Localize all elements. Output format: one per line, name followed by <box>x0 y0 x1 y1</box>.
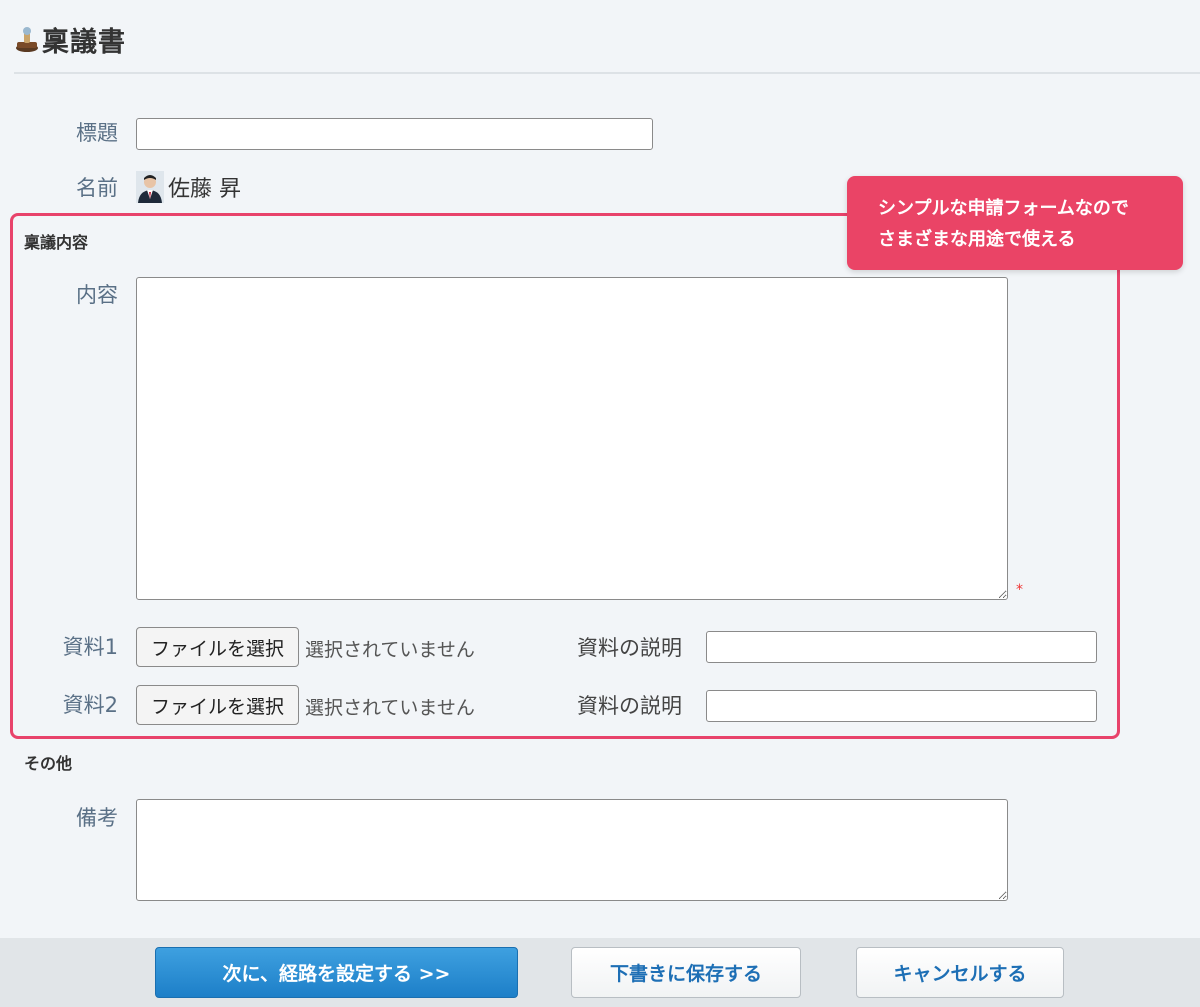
page-header: 稟議書 <box>14 0 1200 74</box>
required-mark: * <box>1016 582 1023 598</box>
section-main-title: 稟議内容 <box>24 233 89 252</box>
name-text: 佐藤 昇 <box>168 177 241 202</box>
feature-callout: シンプルな申請フォームなので さまざまな用途で使える <box>847 176 1183 270</box>
remarks-label: 備考 <box>76 806 118 830</box>
footer-bar: 次に、経路を設定する >> 下書きに保存する キャンセルする <box>0 938 1200 1007</box>
attachment-2-file-button[interactable]: ファイルを選択 <box>136 685 299 725</box>
attachment-1-file-button[interactable]: ファイルを選択 <box>136 627 299 667</box>
content-label: 内容 <box>76 283 118 307</box>
page-title: 稟議書 <box>42 27 126 58</box>
attachment-2-label: 資料2 <box>62 693 118 717</box>
content-textarea[interactable] <box>136 277 1008 600</box>
attachment-2-status: 選択されていません <box>305 697 475 719</box>
stamp-icon <box>16 27 38 52</box>
next-set-route-button[interactable]: 次に、経路を設定する >> <box>155 947 518 998</box>
name-label: 名前 <box>76 176 118 200</box>
attachment-1-desc-input[interactable] <box>706 631 1097 663</box>
remarks-textarea[interactable] <box>136 799 1008 901</box>
cancel-button[interactable]: キャンセルする <box>856 947 1064 998</box>
attachment-2-desc-input[interactable] <box>706 690 1097 722</box>
attachment-2-desc-label: 資料の説明 <box>577 694 682 718</box>
callout-line-1: シンプルな申請フォームなので <box>878 198 1129 219</box>
callout-line-2: さまざまな用途で使える <box>878 229 1076 250</box>
applicant-name: 佐藤 昇 <box>136 170 241 204</box>
avatar <box>136 171 164 203</box>
attachment-1-desc-label: 資料の説明 <box>577 636 682 660</box>
save-draft-button[interactable]: 下書きに保存する <box>571 947 801 998</box>
attachment-1-status: 選択されていません <box>305 639 475 661</box>
subject-label: 標題 <box>76 121 118 145</box>
section-other-title: その他 <box>24 754 73 773</box>
attachment-1-label: 資料1 <box>62 635 118 659</box>
subject-input[interactable] <box>136 118 653 150</box>
